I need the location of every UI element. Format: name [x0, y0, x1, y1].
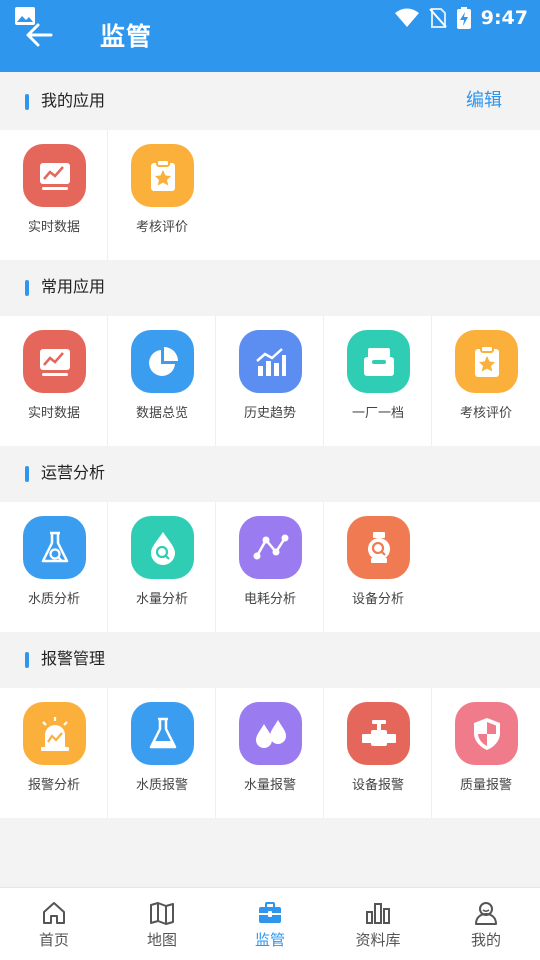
app-item-water-quality-alarm[interactable]: 水质报警	[108, 688, 216, 818]
app-label: 水质报警	[135, 778, 188, 793]
app-label: 水量分析	[135, 592, 188, 607]
app-label: 报警分析	[27, 778, 80, 793]
section-header-my-apps: 我的应用 编辑	[0, 74, 540, 130]
app-item-alarm-analysis[interactable]: 报警分析	[0, 688, 108, 818]
clipboard-star-icon	[131, 144, 194, 207]
page-title: 监管	[100, 22, 153, 51]
flask-icon	[131, 702, 194, 765]
no-sim-icon	[428, 8, 447, 28]
app-item-water-volume-analysis[interactable]: 水量分析	[108, 502, 216, 632]
pump-search-icon	[347, 516, 410, 579]
section-accent-bar	[25, 652, 29, 668]
app-item-plant-archive[interactable]: 一厂一档	[324, 316, 432, 446]
tab-map[interactable]: 地图	[108, 888, 216, 960]
tab-library[interactable]: 资料库	[324, 888, 432, 960]
node-graph-icon	[239, 516, 302, 579]
status-bar: 9:47	[394, 5, 528, 31]
app-item-power-analysis[interactable]: 电耗分析	[216, 502, 324, 632]
valve-icon	[347, 702, 410, 765]
section-accent-bar	[25, 280, 29, 296]
tab-label: 我的	[470, 931, 501, 949]
section-header-common-apps: 常用应用	[0, 260, 540, 316]
app-item-water-volume-alarm[interactable]: 水量报警	[216, 688, 324, 818]
alarm-grid: 报警分析 水质报警 水量报警 设备报警 质量报警	[0, 688, 540, 818]
status-time: 9:47	[480, 7, 528, 29]
app-label: 一厂一档	[351, 406, 404, 421]
app-item-evaluation[interactable]: 考核评价	[108, 130, 216, 260]
chart-monitor-icon	[23, 330, 86, 393]
my-apps-grid: 实时数据 考核评价	[0, 130, 540, 260]
app-label: 数据总览	[135, 406, 188, 421]
app-label: 历史趋势	[243, 406, 296, 421]
app-label: 实时数据	[27, 406, 80, 421]
tab-label: 首页	[38, 931, 69, 949]
pie-chart-icon	[131, 330, 194, 393]
app-label: 水质分析	[27, 592, 80, 607]
app-label: 实时数据	[27, 220, 80, 235]
app-item-equipment-analysis[interactable]: 设备分析	[324, 502, 432, 632]
app-item-quality-alarm[interactable]: 质量报警	[432, 688, 540, 818]
section-title: 常用应用	[41, 277, 106, 296]
section-title: 报警管理	[41, 649, 106, 668]
drops-icon	[239, 702, 302, 765]
section-title: 运营分析	[41, 463, 106, 482]
inbox-icon	[347, 330, 410, 393]
profile-icon	[475, 902, 497, 925]
app-label: 水量报警	[243, 778, 296, 793]
tab-label: 资料库	[355, 931, 401, 949]
section-accent-bar	[25, 94, 29, 110]
wifi-icon	[394, 8, 419, 27]
chart-monitor-icon	[23, 144, 86, 207]
tab-label: 地图	[146, 931, 177, 949]
app-label: 设备报警	[351, 778, 404, 793]
common-apps-grid: 实时数据 数据总览 历史趋势 一厂一档 考核评价	[0, 316, 540, 446]
app-item-realtime-data[interactable]: 实时数据	[0, 316, 108, 446]
bar-trend-icon	[239, 330, 302, 393]
tab-home[interactable]: 首页	[0, 888, 108, 960]
home-icon	[43, 902, 65, 924]
briefcase-icon	[259, 902, 281, 923]
section-accent-bar	[25, 466, 29, 482]
app-label: 电耗分析	[243, 592, 296, 607]
flask-search-icon	[23, 516, 86, 579]
bottom-tab-bar: 首页 地图 监管 资料库 我的	[0, 887, 540, 960]
tab-label: 监管	[254, 931, 285, 949]
section-header-alarm: 报警管理	[0, 632, 540, 688]
section-header-analysis: 运营分析	[0, 446, 540, 502]
map-icon	[150, 902, 174, 925]
app-label: 考核评价	[459, 406, 512, 421]
app-item-evaluation[interactable]: 考核评价	[432, 316, 540, 446]
section-title: 我的应用	[41, 91, 106, 110]
analysis-grid: 水质分析 水量分析 电耗分析 设备分析	[0, 502, 540, 632]
app-item-data-overview[interactable]: 数据总览	[108, 316, 216, 446]
tab-supervision[interactable]: 监管	[216, 888, 324, 960]
edit-button[interactable]: 编辑	[466, 87, 502, 115]
clipboard-star-icon	[455, 330, 518, 393]
battery-charging-icon	[456, 7, 471, 29]
app-item-equipment-alarm[interactable]: 设备报警	[324, 688, 432, 818]
app-label: 质量报警	[459, 778, 512, 793]
tab-me[interactable]: 我的	[432, 888, 540, 960]
app-item-realtime-data[interactable]: 实时数据	[0, 130, 108, 260]
app-header: 监管 9:47	[0, 0, 540, 72]
app-item-water-quality-analysis[interactable]: 水质分析	[0, 502, 108, 632]
shield-icon	[455, 702, 518, 765]
app-item-history-trend[interactable]: 历史趋势	[216, 316, 324, 446]
drop-search-icon	[131, 516, 194, 579]
alarm-light-icon	[23, 702, 86, 765]
back-arrow-icon[interactable]	[24, 20, 54, 50]
app-label: 考核评价	[135, 220, 188, 235]
library-icon	[366, 903, 390, 924]
app-label: 设备分析	[351, 592, 404, 607]
